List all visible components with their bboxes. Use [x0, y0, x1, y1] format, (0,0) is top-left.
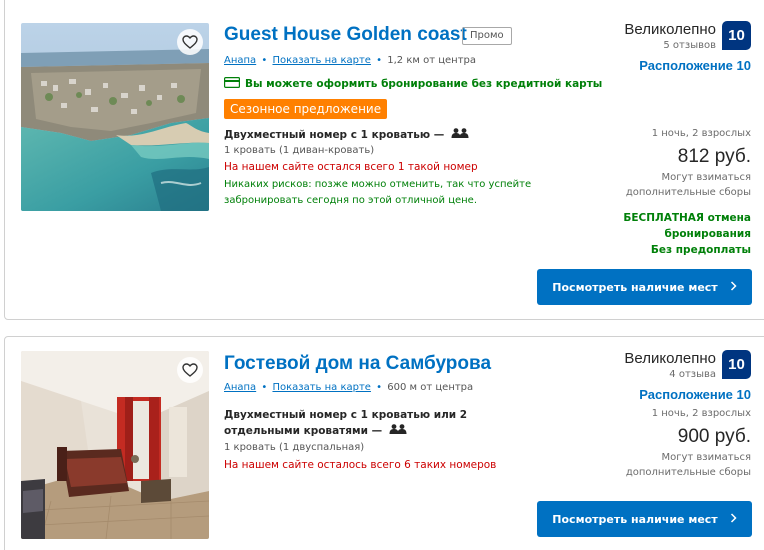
review-count: 5 отзывов: [663, 40, 716, 51]
seasonal-offer-badge: Сезонное предложение: [224, 99, 388, 119]
distance-text: 600 м от центра: [387, 382, 474, 393]
property-title[interactable]: Гостевой дом на Самбурова: [224, 353, 491, 375]
separator: •: [261, 382, 268, 393]
people-icon: [451, 127, 469, 143]
room-type[interactable]: Двухместный номер с 1 кроватью —: [224, 127, 469, 143]
property-card: Guest House Golden coast Промо Анапа • П…: [4, 0, 764, 320]
price: 812 руб.: [677, 146, 751, 167]
see-availability-button[interactable]: Посмотреть наличие мест: [537, 501, 752, 537]
location-line: Анапа • Показать на карте • 600 м от цен…: [224, 382, 473, 393]
see-availability-label: Посмотреть наличие мест: [552, 512, 718, 526]
people-icon: [389, 423, 407, 439]
bed-info: 1 кровать (1 двуспальная): [224, 442, 365, 453]
see-availability-button[interactable]: Посмотреть наличие мест: [537, 269, 752, 305]
credit-card-icon: [224, 77, 241, 91]
stay-details: 1 ночь, 2 взрослых: [651, 408, 751, 419]
score-badge: 10: [722, 21, 751, 50]
chevron-right-icon: [730, 512, 737, 526]
city-link[interactable]: Анапа: [224, 55, 256, 66]
location-score: Расположение 10: [639, 58, 751, 73]
no-prepayment-text: Без предоплаты: [650, 244, 751, 256]
location-line: Анапа • Показать на карте • 1,2 км от це…: [224, 55, 476, 66]
cancellation-info: БЕСПЛАТНАЯ отмена бронирования Без предо…: [601, 210, 751, 258]
score-badge: 10: [722, 350, 751, 379]
no-credit-card-text: Вы можете оформить бронирование без кред…: [245, 78, 603, 90]
no-credit-card-note: Вы можете оформить бронирование без кред…: [224, 77, 602, 91]
price: 900 руб.: [677, 426, 751, 447]
review-count: 4 отзыва: [669, 369, 716, 380]
room-type[interactable]: Двухместный номер с 1 кроватью или 2 отд…: [224, 407, 534, 439]
heart-icon[interactable]: [177, 29, 203, 55]
location-score: Расположение 10: [639, 387, 751, 402]
rooms-left-warning: На нашем сайте остался всего 1 такой ном…: [224, 161, 478, 173]
review-score[interactable]: Великолепно 5 отзывов 10: [624, 21, 751, 53]
city-link[interactable]: Анапа: [224, 382, 256, 393]
separator: •: [376, 382, 383, 393]
show-on-map-link[interactable]: Показать на карте: [272, 382, 371, 393]
distance-text: 1,2 км от центра: [387, 55, 477, 66]
heart-icon[interactable]: [177, 357, 203, 383]
extra-fees-note: Могут взиматься дополнительные сборы: [625, 172, 751, 198]
room-type-text: Двухместный номер с 1 кроватью или 2 отд…: [224, 409, 468, 437]
free-cancellation-text: БЕСПЛАТНАЯ отмена бронирования: [623, 212, 751, 240]
show-on-map-link[interactable]: Показать на карте: [272, 55, 371, 66]
property-photo[interactable]: [21, 351, 209, 539]
rating-word: Великолепно: [624, 350, 716, 367]
see-availability-label: Посмотреть наличие мест: [552, 280, 718, 294]
separator: •: [261, 55, 268, 66]
no-risk-note: Никаких рисков: позже можно отменить, та…: [224, 179, 532, 206]
property-photo[interactable]: [21, 23, 209, 211]
stay-details: 1 ночь, 2 взрослых: [651, 128, 751, 139]
separator: •: [376, 55, 383, 66]
bed-info: 1 кровать (1 диван-кровать): [224, 145, 375, 156]
chevron-right-icon: [730, 280, 737, 294]
property-card: Гостевой дом на Самбурова Анапа • Показа…: [4, 336, 764, 550]
extra-fees-note: Могут взиматься дополнительные сборы: [625, 452, 751, 478]
promo-badge: Промо: [462, 27, 512, 45]
review-score[interactable]: Великолепно 4 отзыва 10: [624, 350, 751, 382]
rating-word: Великолепно: [624, 21, 716, 38]
rooms-left-warning: На нашем сайте осталось всего 6 таких но…: [224, 459, 497, 471]
room-type-text: Двухместный номер с 1 кроватью —: [224, 129, 445, 141]
property-title[interactable]: Guest House Golden coast: [224, 24, 467, 46]
